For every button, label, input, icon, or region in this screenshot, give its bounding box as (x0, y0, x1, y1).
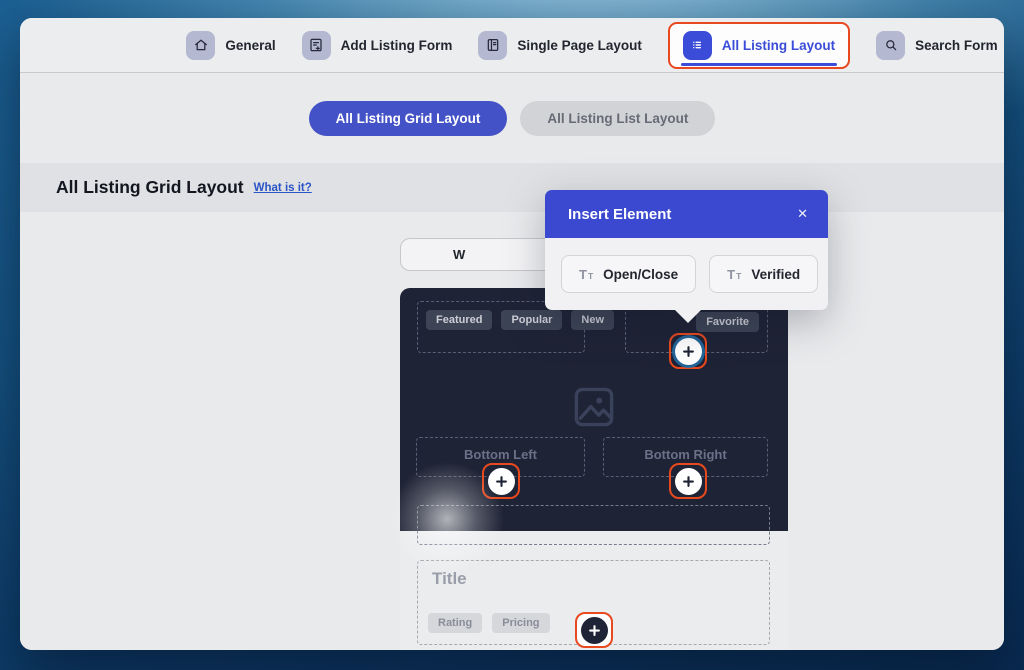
tab-all-listing-layout[interactable]: All Listing Layout (668, 22, 850, 69)
text-element-icon: TT (579, 268, 593, 281)
card-image-area: Featured Popular New Favorite (400, 288, 788, 531)
full-width-slot[interactable] (417, 505, 770, 545)
active-tab-underline (681, 63, 837, 66)
layout-toggle-strip: All Listing Grid Layout All Listing List… (20, 73, 1004, 163)
bottom-right-slot-label: Bottom Right (604, 447, 767, 462)
bottom-left-slot-label: Bottom Left (417, 447, 584, 462)
text-element-icon: TT (727, 268, 741, 281)
add-element-top-right-button[interactable] (669, 333, 707, 369)
tab-all-listing-layout-label: All Listing Layout (722, 38, 835, 53)
tab-search-form-label: Search Form (915, 38, 998, 53)
tab-add-listing-form-label: Add Listing Form (341, 38, 453, 53)
insert-verified-label: Verified (751, 267, 800, 282)
hidden-element-bar-text: W (453, 247, 465, 262)
section-heading-strip: All Listing Grid Layout What is it? (20, 163, 1004, 212)
title-placeholder: Title (432, 569, 467, 589)
popup-header: Insert Element ✕ (545, 190, 828, 238)
tab-add-listing-form[interactable]: Add Listing Form (302, 31, 453, 60)
layout-builder-canvas: W Featured Popular New Favorite (20, 212, 1004, 650)
popular-badge: Popular (501, 310, 562, 330)
settings-window: General Add Listing Form Single Page Lay… (20, 18, 1004, 650)
tab-general-label: General (225, 38, 275, 53)
insert-element-popup: Insert Element ✕ TT Open/Close TT Verifi… (545, 190, 828, 310)
home-icon (186, 31, 215, 60)
form-add-icon (302, 31, 331, 60)
popup-body: TT Open/Close TT Verified (545, 238, 828, 310)
plus-icon (581, 617, 608, 644)
favorite-badge: Favorite (696, 312, 759, 332)
add-element-bottom-left-button[interactable] (482, 463, 520, 499)
plus-icon (675, 468, 702, 495)
insert-verified-button[interactable]: TT Verified (709, 255, 818, 293)
pricing-badge: Pricing (492, 613, 549, 633)
image-placeholder-icon (570, 383, 618, 431)
insert-open-close-label: Open/Close (603, 267, 678, 282)
add-element-bottom-right-button[interactable] (669, 463, 707, 499)
page-layout-icon (478, 31, 507, 60)
page-title: All Listing Grid Layout (56, 177, 244, 198)
list-icon (683, 31, 712, 60)
popup-pointer-tail (674, 309, 702, 323)
main-tab-bar: General Add Listing Form Single Page Lay… (20, 18, 1004, 73)
search-icon (876, 31, 905, 60)
tab-single-page-layout-label: Single Page Layout (517, 38, 642, 53)
popup-title: Insert Element (568, 206, 671, 223)
add-element-bottom-button[interactable] (575, 612, 613, 648)
plus-icon (488, 468, 515, 495)
rating-badge: Rating (428, 613, 482, 633)
tab-search-form[interactable]: Search Form (876, 31, 998, 60)
tab-general[interactable]: General (186, 31, 275, 60)
close-icon[interactable]: ✕ (797, 206, 808, 222)
what-is-it-link[interactable]: What is it? (254, 182, 312, 194)
featured-badge: Featured (426, 310, 492, 330)
tab-single-page-layout[interactable]: Single Page Layout (478, 31, 642, 60)
listing-card-preview: Featured Popular New Favorite (400, 288, 788, 650)
insert-open-close-button[interactable]: TT Open/Close (561, 255, 696, 293)
new-badge: New (571, 310, 614, 330)
list-layout-toggle[interactable]: All Listing List Layout (520, 101, 715, 136)
grid-layout-toggle[interactable]: All Listing Grid Layout (309, 101, 508, 136)
plus-icon (675, 338, 702, 365)
